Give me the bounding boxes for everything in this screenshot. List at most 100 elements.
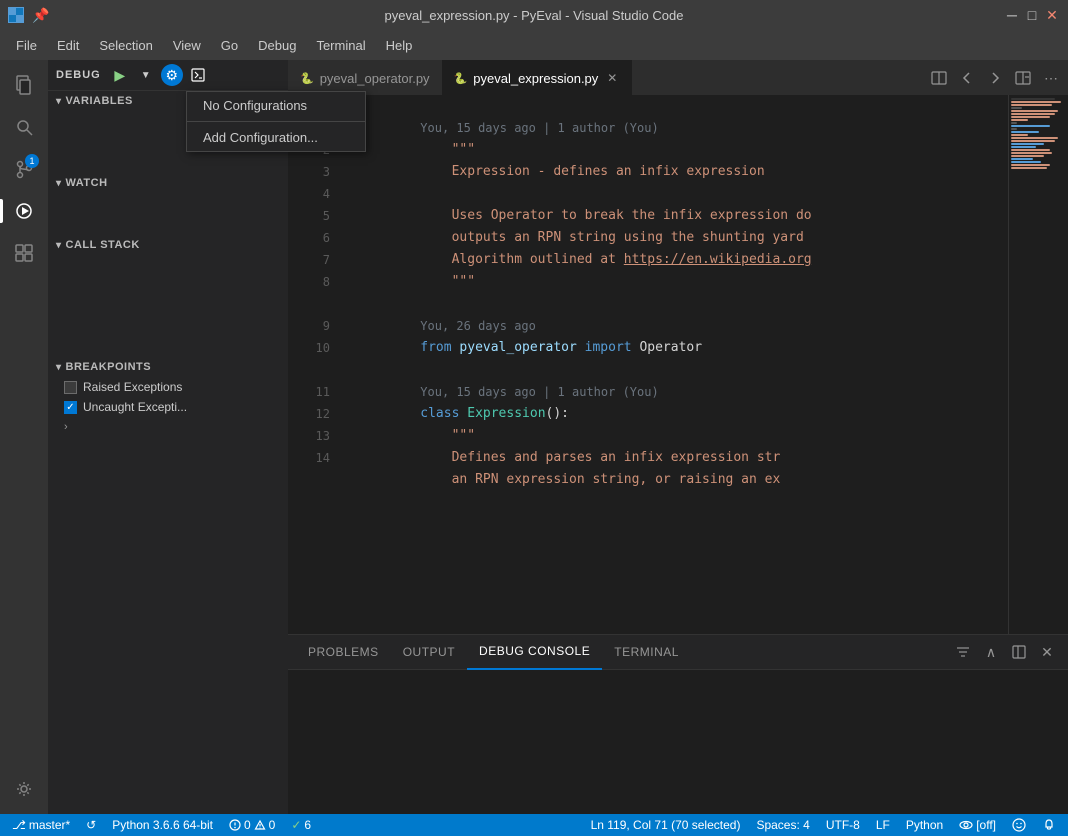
menu-selection[interactable]: Selection (91, 34, 160, 57)
pin-icon[interactable]: 📌 (32, 7, 49, 24)
panel-maximize-icon[interactable] (1006, 639, 1032, 665)
maximize-button[interactable]: □ (1024, 7, 1040, 23)
explorer-activity-icon[interactable] (7, 68, 41, 102)
panel-tab-problems[interactable]: PROBLEMS (296, 635, 391, 670)
more-indicator[interactable]: › (48, 417, 288, 437)
main-layout: 1 DEBUG ▶ ▼ ⚙ ▾ V (0, 60, 1068, 814)
status-encoding[interactable]: UTF-8 (822, 814, 864, 836)
panel-filter-icon[interactable] (950, 639, 976, 665)
menu-edit[interactable]: Edit (49, 34, 87, 57)
status-branch[interactable]: ⎇ master* (8, 814, 74, 836)
terminal-button[interactable] (187, 64, 209, 86)
watch-header[interactable]: ▾ WATCH (48, 173, 288, 193)
uncaught-exceptions-checkbox[interactable]: ✓ (64, 401, 77, 414)
watch-section: ▾ WATCH (48, 173, 288, 233)
line-num-9: 9 (288, 315, 330, 337)
status-errors[interactable]: 0 0 (225, 814, 279, 836)
tab-pyeval-expression[interactable]: 🐍 pyeval_expression.py ✕ (442, 60, 633, 95)
status-spaces[interactable]: Spaces: 4 (752, 814, 813, 836)
warnings-count: 0 (269, 818, 276, 832)
branch-name: master* (29, 818, 70, 832)
breakpoints-content: Raised Exceptions ✓ Uncaught Excepti... … (48, 377, 288, 437)
panel-tab-debug-console[interactable]: DEBUG CONSOLE (467, 635, 602, 670)
line-num-6: 6 (288, 227, 330, 249)
status-position[interactable]: Ln 119, Col 71 (70 selected) (587, 814, 745, 836)
code-from: from (420, 340, 459, 355)
panel-tab-output[interactable]: OUTPUT (391, 635, 467, 670)
menu-terminal[interactable]: Terminal (308, 34, 373, 57)
source-control-activity-icon[interactable]: 1 (7, 152, 41, 186)
menu-go[interactable]: Go (213, 34, 246, 57)
code-module: pyeval_operator (459, 340, 576, 355)
code-link-6[interactable]: https://en.wikipedia.org (624, 252, 812, 267)
title-bar-left: 📌 (8, 7, 49, 24)
code-content[interactable]: You, 15 days ago | 1 author (You) """ Ex… (338, 95, 1008, 634)
code-docstring-14: an RPN expression string, or raising an … (420, 472, 780, 487)
dropdown-arrow[interactable]: ▼ (135, 64, 157, 86)
settings-activity-icon[interactable] (7, 772, 41, 806)
status-line-ending[interactable]: LF (872, 814, 894, 836)
tab-pyeval-operator[interactable]: 🐍 pyeval_operator.py (288, 60, 442, 95)
editor-area: 🐍 pyeval_operator.py 🐍 pyeval_expression… (288, 60, 1068, 814)
code-docstring-13: Defines and parses an infix expression s… (420, 450, 780, 465)
tab-close-button[interactable]: ✕ (604, 70, 620, 86)
debug-toolbar: DEBUG ▶ ▼ ⚙ (48, 60, 288, 91)
status-eye[interactable]: [off] (955, 814, 1000, 836)
panel-close-icon[interactable]: ✕ (1034, 639, 1060, 665)
activity-bar: 1 (0, 60, 48, 814)
debug-activity-icon[interactable] (7, 194, 41, 228)
variables-label: VARIABLES (66, 95, 133, 107)
tab-split-left[interactable] (926, 65, 952, 91)
tab-navigate-back[interactable] (954, 65, 980, 91)
line-num-7: 7 (288, 249, 330, 271)
panel-actions: ∧ ✕ (950, 639, 1060, 665)
tab-bar-actions: ⋯ (926, 65, 1068, 95)
callstack-header[interactable]: ▾ CALL STACK (48, 235, 288, 255)
watch-content (48, 193, 288, 233)
tab-split-editor[interactable] (1010, 65, 1036, 91)
line-num-11: 11 (288, 381, 330, 403)
minimize-button[interactable]: ─ (1004, 7, 1020, 23)
raised-exceptions-checkbox[interactable] (64, 381, 77, 394)
search-activity-icon[interactable] (7, 110, 41, 144)
breakpoints-section: ▾ BREAKPOINTS Raised Exceptions ✓ Uncaug… (48, 357, 288, 437)
errors-count: 0 (244, 818, 251, 832)
status-python[interactable]: Python 3.6.6 64-bit (108, 814, 217, 836)
tab-more-actions[interactable]: ⋯ (1038, 65, 1064, 91)
blame-text-2: You, 26 days ago (420, 319, 536, 333)
uncaught-exceptions-label: Uncaught Excepti... (83, 400, 187, 414)
gear-button[interactable]: ⚙ (161, 64, 183, 86)
menu-debug[interactable]: Debug (250, 34, 304, 57)
tab-py-icon-1: 🐍 (300, 72, 314, 85)
panel-collapse-icon[interactable]: ∧ (978, 639, 1004, 665)
extensions-activity-icon[interactable] (7, 236, 41, 270)
off-label: [off] (976, 818, 996, 832)
status-bar: ⎇ master* ↺ Python 3.6.6 64-bit 0 0 ✓ 6 … (0, 814, 1068, 836)
watch-label: WATCH (66, 177, 108, 189)
close-button[interactable]: ✕ (1044, 7, 1060, 23)
variables-chevron: ▾ (56, 96, 62, 107)
callstack-section: ▾ CALL STACK (48, 235, 288, 355)
raised-exceptions-label: Raised Exceptions (83, 380, 182, 394)
status-smiley[interactable] (1008, 814, 1030, 836)
sync-icon: ↺ (86, 818, 96, 832)
menu-help[interactable]: Help (378, 34, 421, 57)
code-string-4: Uses Operator to break the infix express… (420, 208, 811, 223)
status-language[interactable]: Python (902, 814, 947, 836)
branch-icon: ⎇ (12, 818, 26, 832)
menu-file[interactable]: File (8, 34, 45, 57)
menu-view[interactable]: View (165, 34, 209, 57)
status-sync[interactable]: ↺ (82, 814, 100, 836)
breakpoints-header[interactable]: ▾ BREAKPOINTS (48, 357, 288, 377)
status-bell[interactable] (1038, 814, 1060, 836)
line-num-blank3 (288, 359, 330, 381)
line-num-3: 3 (288, 161, 330, 183)
panel-tab-terminal[interactable]: TERMINAL (602, 635, 691, 670)
no-configurations-item[interactable]: No Configurations (187, 92, 365, 119)
panel-tabs: PROBLEMS OUTPUT DEBUG CONSOLE TERMINAL ∧… (288, 635, 1068, 670)
tab-bar: 🐍 pyeval_operator.py 🐍 pyeval_expression… (288, 60, 1068, 95)
tab-navigate-forward[interactable] (982, 65, 1008, 91)
add-configuration-item[interactable]: Add Configuration... (187, 124, 365, 151)
run-button[interactable]: ▶ (109, 64, 131, 86)
status-checks[interactable]: ✓ 6 (287, 814, 315, 836)
